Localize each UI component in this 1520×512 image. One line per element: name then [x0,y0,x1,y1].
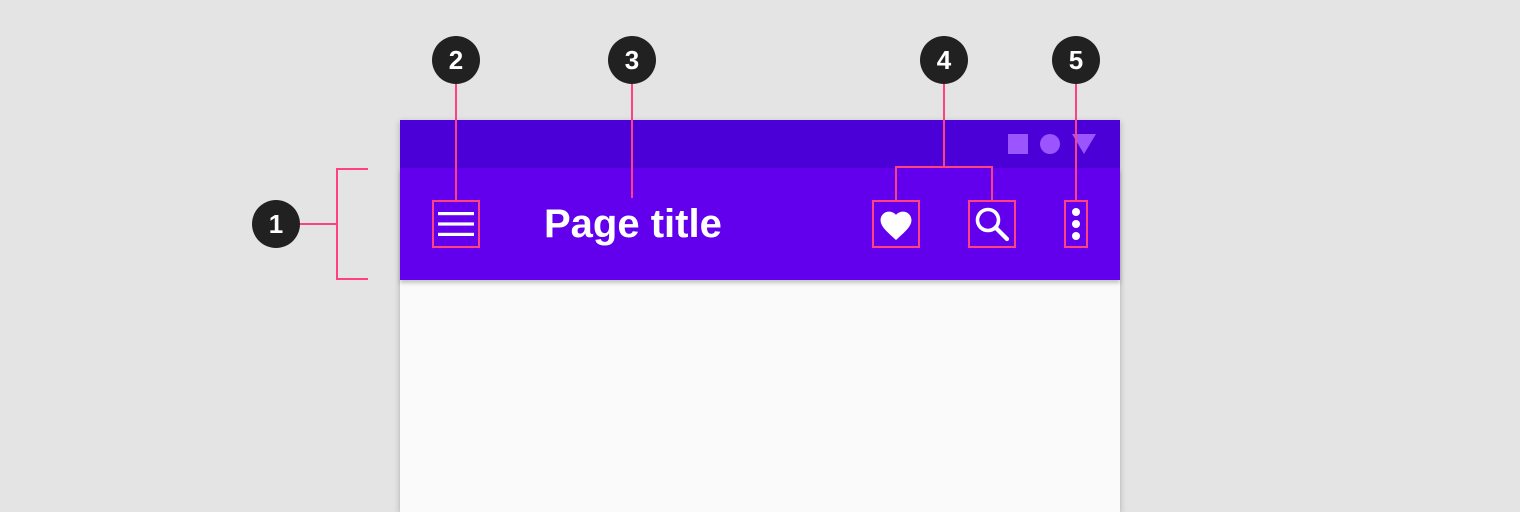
annotation-overlay [300,84,1088,280]
callout-3: 3 [608,36,656,84]
callout-2: 2 [432,36,480,84]
bracket-app-bar [336,168,368,280]
callout-1: 1 [252,200,300,248]
callout-4: 4 [920,36,968,84]
callout-5: 5 [1052,36,1100,84]
highlight-box-heart [872,200,920,248]
highlight-box-overflow [1064,200,1088,248]
highlight-box-search [968,200,1016,248]
highlight-box-menu [432,200,480,248]
bracket-actions [895,166,993,200]
